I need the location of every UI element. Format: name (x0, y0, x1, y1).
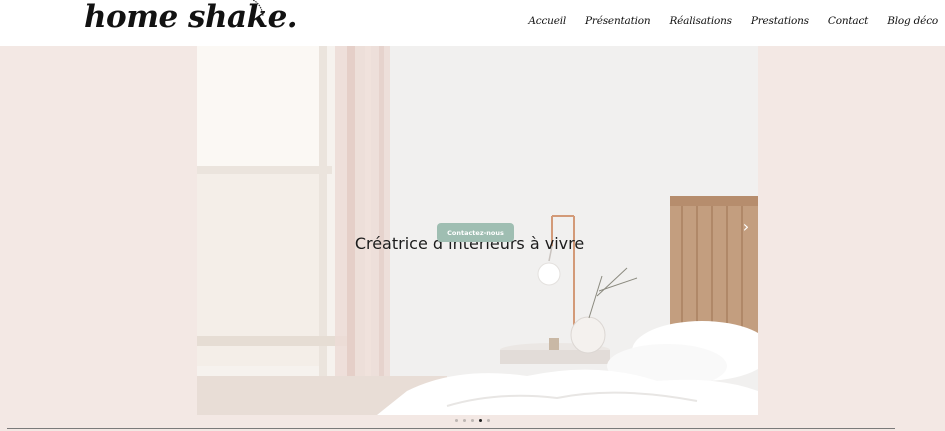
nav-item-accueil[interactable]: Accueil (528, 15, 566, 27)
nav-item-blog-deco[interactable]: Blog déco (887, 15, 938, 27)
slider-dot-5[interactable] (487, 419, 490, 422)
chevron-right-icon[interactable]: › (737, 218, 755, 236)
nav-item-prestations[interactable]: Prestations (751, 15, 809, 27)
slider-dot-3[interactable] (471, 419, 474, 422)
hero-slide: Créatrice d’intérieurs à vivre Contactez… (197, 46, 758, 415)
main-nav: Accueil Présentation Réalisations Presta… (528, 15, 938, 27)
nav-item-contact[interactable]: Contact (828, 15, 869, 27)
nav-item-presentation[interactable]: Présentation (585, 15, 651, 27)
contact-cta-button[interactable]: Contactez-nous (437, 223, 514, 242)
slider-dot-1[interactable] (455, 419, 458, 422)
logo-decoration-icon (251, 0, 264, 17)
divider (7, 428, 895, 429)
slider-pagination (455, 419, 490, 422)
site-header: home shake. Accueil Présentation Réalisa… (0, 0, 945, 46)
slider-dot-4[interactable] (479, 419, 482, 422)
slider-dot-2[interactable] (463, 419, 466, 422)
nav-item-realisations[interactable]: Réalisations (669, 15, 732, 27)
